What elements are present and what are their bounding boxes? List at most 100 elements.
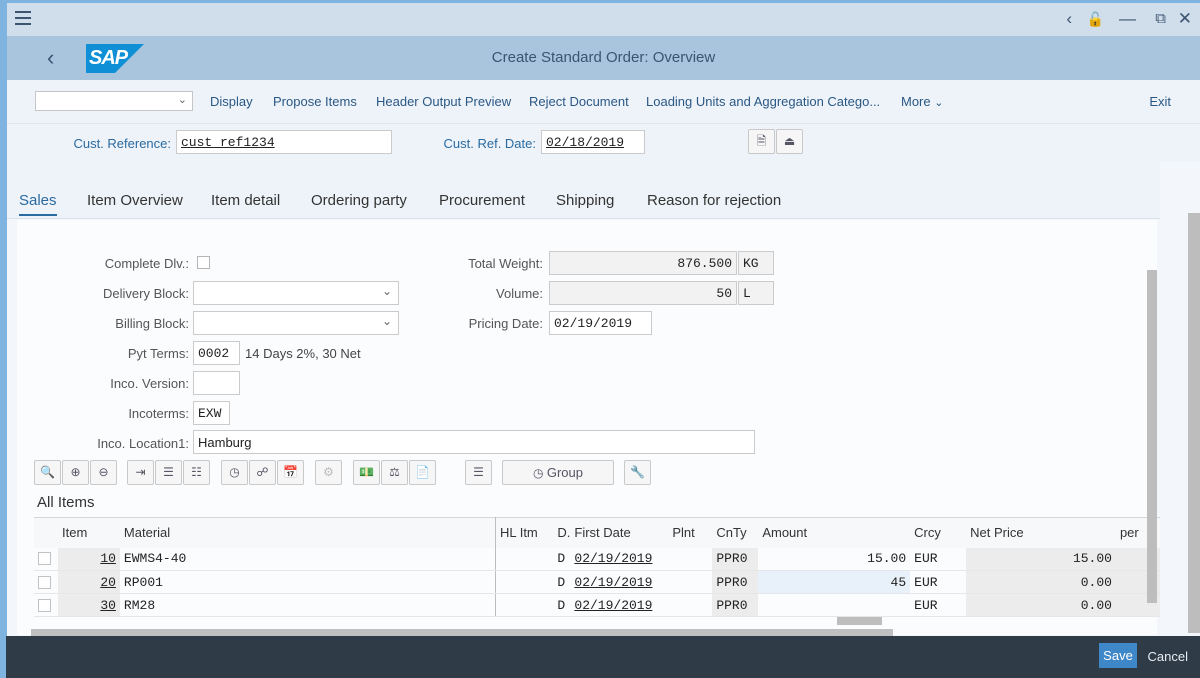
propose-items-button[interactable]: Propose Items — [273, 94, 357, 109]
row-select[interactable] — [34, 593, 58, 617]
table-vertical-scrollbar[interactable] — [1147, 270, 1157, 603]
row-checkbox[interactable] — [38, 598, 51, 612]
documents-icon[interactable]: 📄 — [409, 460, 436, 485]
first-date-cell[interactable]: 02/19/2019 — [570, 593, 669, 617]
first-date-link[interactable]: 02/19/2019 — [574, 575, 652, 590]
display-button[interactable]: Display — [210, 94, 253, 109]
item-link[interactable]: 10 — [100, 551, 116, 566]
display-document-icon[interactable]: 🗎 — [748, 129, 775, 154]
inco-location-input[interactable]: Hamburg — [193, 430, 755, 454]
col-select[interactable] — [34, 517, 58, 548]
pricing-icon[interactable]: 💵 — [353, 460, 380, 485]
first-date-link[interactable]: 02/19/2019 — [574, 551, 652, 566]
pyt-terms-input[interactable]: 0002 — [193, 341, 240, 365]
col-plnt[interactable]: Plnt — [668, 517, 713, 548]
plnt-cell[interactable] — [668, 547, 713, 571]
sort-icon[interactable]: ☰ — [465, 460, 492, 485]
col-hl-itm[interactable]: HL Itm — [495, 517, 556, 548]
restore-icon[interactable]: ⧉ — [1155, 10, 1166, 27]
hl-itm-cell[interactable] — [495, 593, 556, 617]
amount-cell[interactable]: 45 — [758, 570, 911, 594]
row-checkbox[interactable] — [38, 575, 51, 589]
deselect-all-icon[interactable]: ☷ — [183, 460, 210, 485]
tab-reason-for-rejection[interactable]: Reason for rejection — [647, 192, 781, 209]
amount-cell[interactable] — [758, 593, 911, 617]
material-cell[interactable]: EWMS4-40 — [119, 547, 496, 571]
add-row-icon[interactable]: ⊕ — [62, 460, 89, 485]
incoterms-input[interactable]: EXW — [193, 401, 230, 425]
item-number[interactable]: 20 — [57, 570, 120, 594]
complete-dlv-checkbox[interactable] — [197, 256, 210, 269]
row-select[interactable] — [34, 570, 58, 594]
select-all-icon[interactable]: ☰ — [155, 460, 182, 485]
col-amount[interactable]: Amount — [758, 517, 911, 548]
col-crcy[interactable]: Crcy — [910, 517, 967, 548]
details-icon[interactable]: 🔍 — [34, 460, 61, 485]
page-vertical-scrollbar[interactable] — [1188, 213, 1200, 633]
item-link[interactable]: 20 — [100, 575, 116, 590]
item-number[interactable]: 30 — [57, 593, 120, 617]
header-output-preview-button[interactable]: Header Output Preview — [376, 94, 511, 109]
row-select[interactable] — [34, 547, 58, 571]
tab-shipping[interactable]: Shipping — [556, 192, 614, 209]
tab-sales[interactable]: Sales — [19, 192, 57, 216]
col-first-date[interactable]: First Date — [570, 517, 669, 548]
hl-itm-cell[interactable] — [495, 570, 556, 594]
table-row[interactable]: 20 RP001 D 02/19/2019 PPR0 45 EUR 0.00 — [34, 570, 1160, 594]
amount-cell[interactable]: 15.00 — [758, 547, 911, 571]
cnty-cell: PPR0 — [712, 547, 759, 571]
table-horizontal-scroll-thumb[interactable] — [837, 617, 882, 625]
delivery-block-dropdown[interactable]: ⌄ — [193, 281, 399, 305]
stamp-icon[interactable]: ⏏ — [776, 129, 803, 154]
group-button[interactable]: ◷ Group — [502, 460, 614, 485]
close-icon[interactable]: ✕ — [1178, 9, 1192, 29]
item-number[interactable]: 10 — [57, 547, 120, 571]
hl-itm-cell[interactable] — [495, 547, 556, 571]
unlock-icon[interactable]: 🔓 — [1087, 11, 1104, 28]
availability-icon[interactable]: ☍ — [249, 460, 276, 485]
insert-row-icon[interactable]: ⇥ — [127, 460, 154, 485]
schedule-lines-icon[interactable]: ◷ — [221, 460, 248, 485]
minimize-icon[interactable]: — — [1119, 9, 1136, 29]
tab-item-detail[interactable]: Item detail — [211, 192, 280, 209]
item-link[interactable]: 30 — [100, 598, 116, 613]
col-cnty[interactable]: CnTy — [712, 517, 759, 548]
table-row[interactable]: 30 RM28 D 02/19/2019 PPR0 EUR 0.00 — [34, 593, 1160, 617]
save-button[interactable]: Save — [1099, 643, 1137, 668]
inco-version-input[interactable] — [193, 371, 240, 395]
col-d[interactable]: D. — [555, 517, 571, 548]
settings-wrench-icon[interactable]: 🔧 — [624, 460, 651, 485]
cancel-button[interactable]: Cancel — [1148, 649, 1188, 664]
cust-reference-input[interactable]: cust_ref1234 — [176, 130, 392, 154]
col-material[interactable]: Material — [119, 517, 496, 548]
first-date-link[interactable]: 02/19/2019 — [574, 598, 652, 613]
first-date-cell[interactable]: 02/19/2019 — [570, 547, 669, 571]
plnt-cell[interactable] — [668, 593, 713, 617]
cust-ref-date-input[interactable]: 02/18/2019 — [541, 130, 645, 154]
more-button[interactable]: More ⌄ — [901, 94, 943, 109]
tab-procurement[interactable]: Procurement — [439, 192, 525, 209]
reject-document-button[interactable]: Reject Document — [529, 94, 629, 109]
hamburger-menu-icon[interactable] — [15, 11, 31, 25]
first-date-cell[interactable]: 02/19/2019 — [570, 570, 669, 594]
pricing-date-input[interactable]: 02/19/2019 — [549, 311, 652, 335]
batch-icon[interactable]: ⚖ — [381, 460, 408, 485]
material-cell[interactable]: RM28 — [119, 593, 496, 617]
col-item[interactable]: Item — [57, 517, 120, 548]
toolbar-select[interactable]: ⌄ — [35, 91, 193, 111]
row-checkbox[interactable] — [38, 552, 51, 566]
table-row[interactable]: 10 EWMS4-40 D 02/19/2019 PPR0 15.00 EUR … — [34, 547, 1160, 571]
back-icon[interactable]: ‹ — [1066, 9, 1072, 29]
configuration-icon[interactable]: ⚙ — [315, 460, 342, 485]
material-cell[interactable]: RP001 — [119, 570, 496, 594]
billing-block-dropdown[interactable]: ⌄ — [193, 311, 399, 335]
calendar-report-icon[interactable]: 📅 — [277, 460, 304, 485]
tab-item-overview[interactable]: Item Overview — [87, 192, 183, 209]
loading-units-button[interactable]: Loading Units and Aggregation Catego... — [646, 94, 880, 109]
volume-unit: L — [738, 281, 774, 305]
exit-button[interactable]: Exit — [1149, 94, 1171, 109]
delete-row-icon[interactable]: ⊖ — [90, 460, 117, 485]
tab-ordering-party[interactable]: Ordering party — [311, 192, 407, 209]
col-net-price[interactable]: Net Price — [966, 517, 1116, 548]
plnt-cell[interactable] — [668, 570, 713, 594]
